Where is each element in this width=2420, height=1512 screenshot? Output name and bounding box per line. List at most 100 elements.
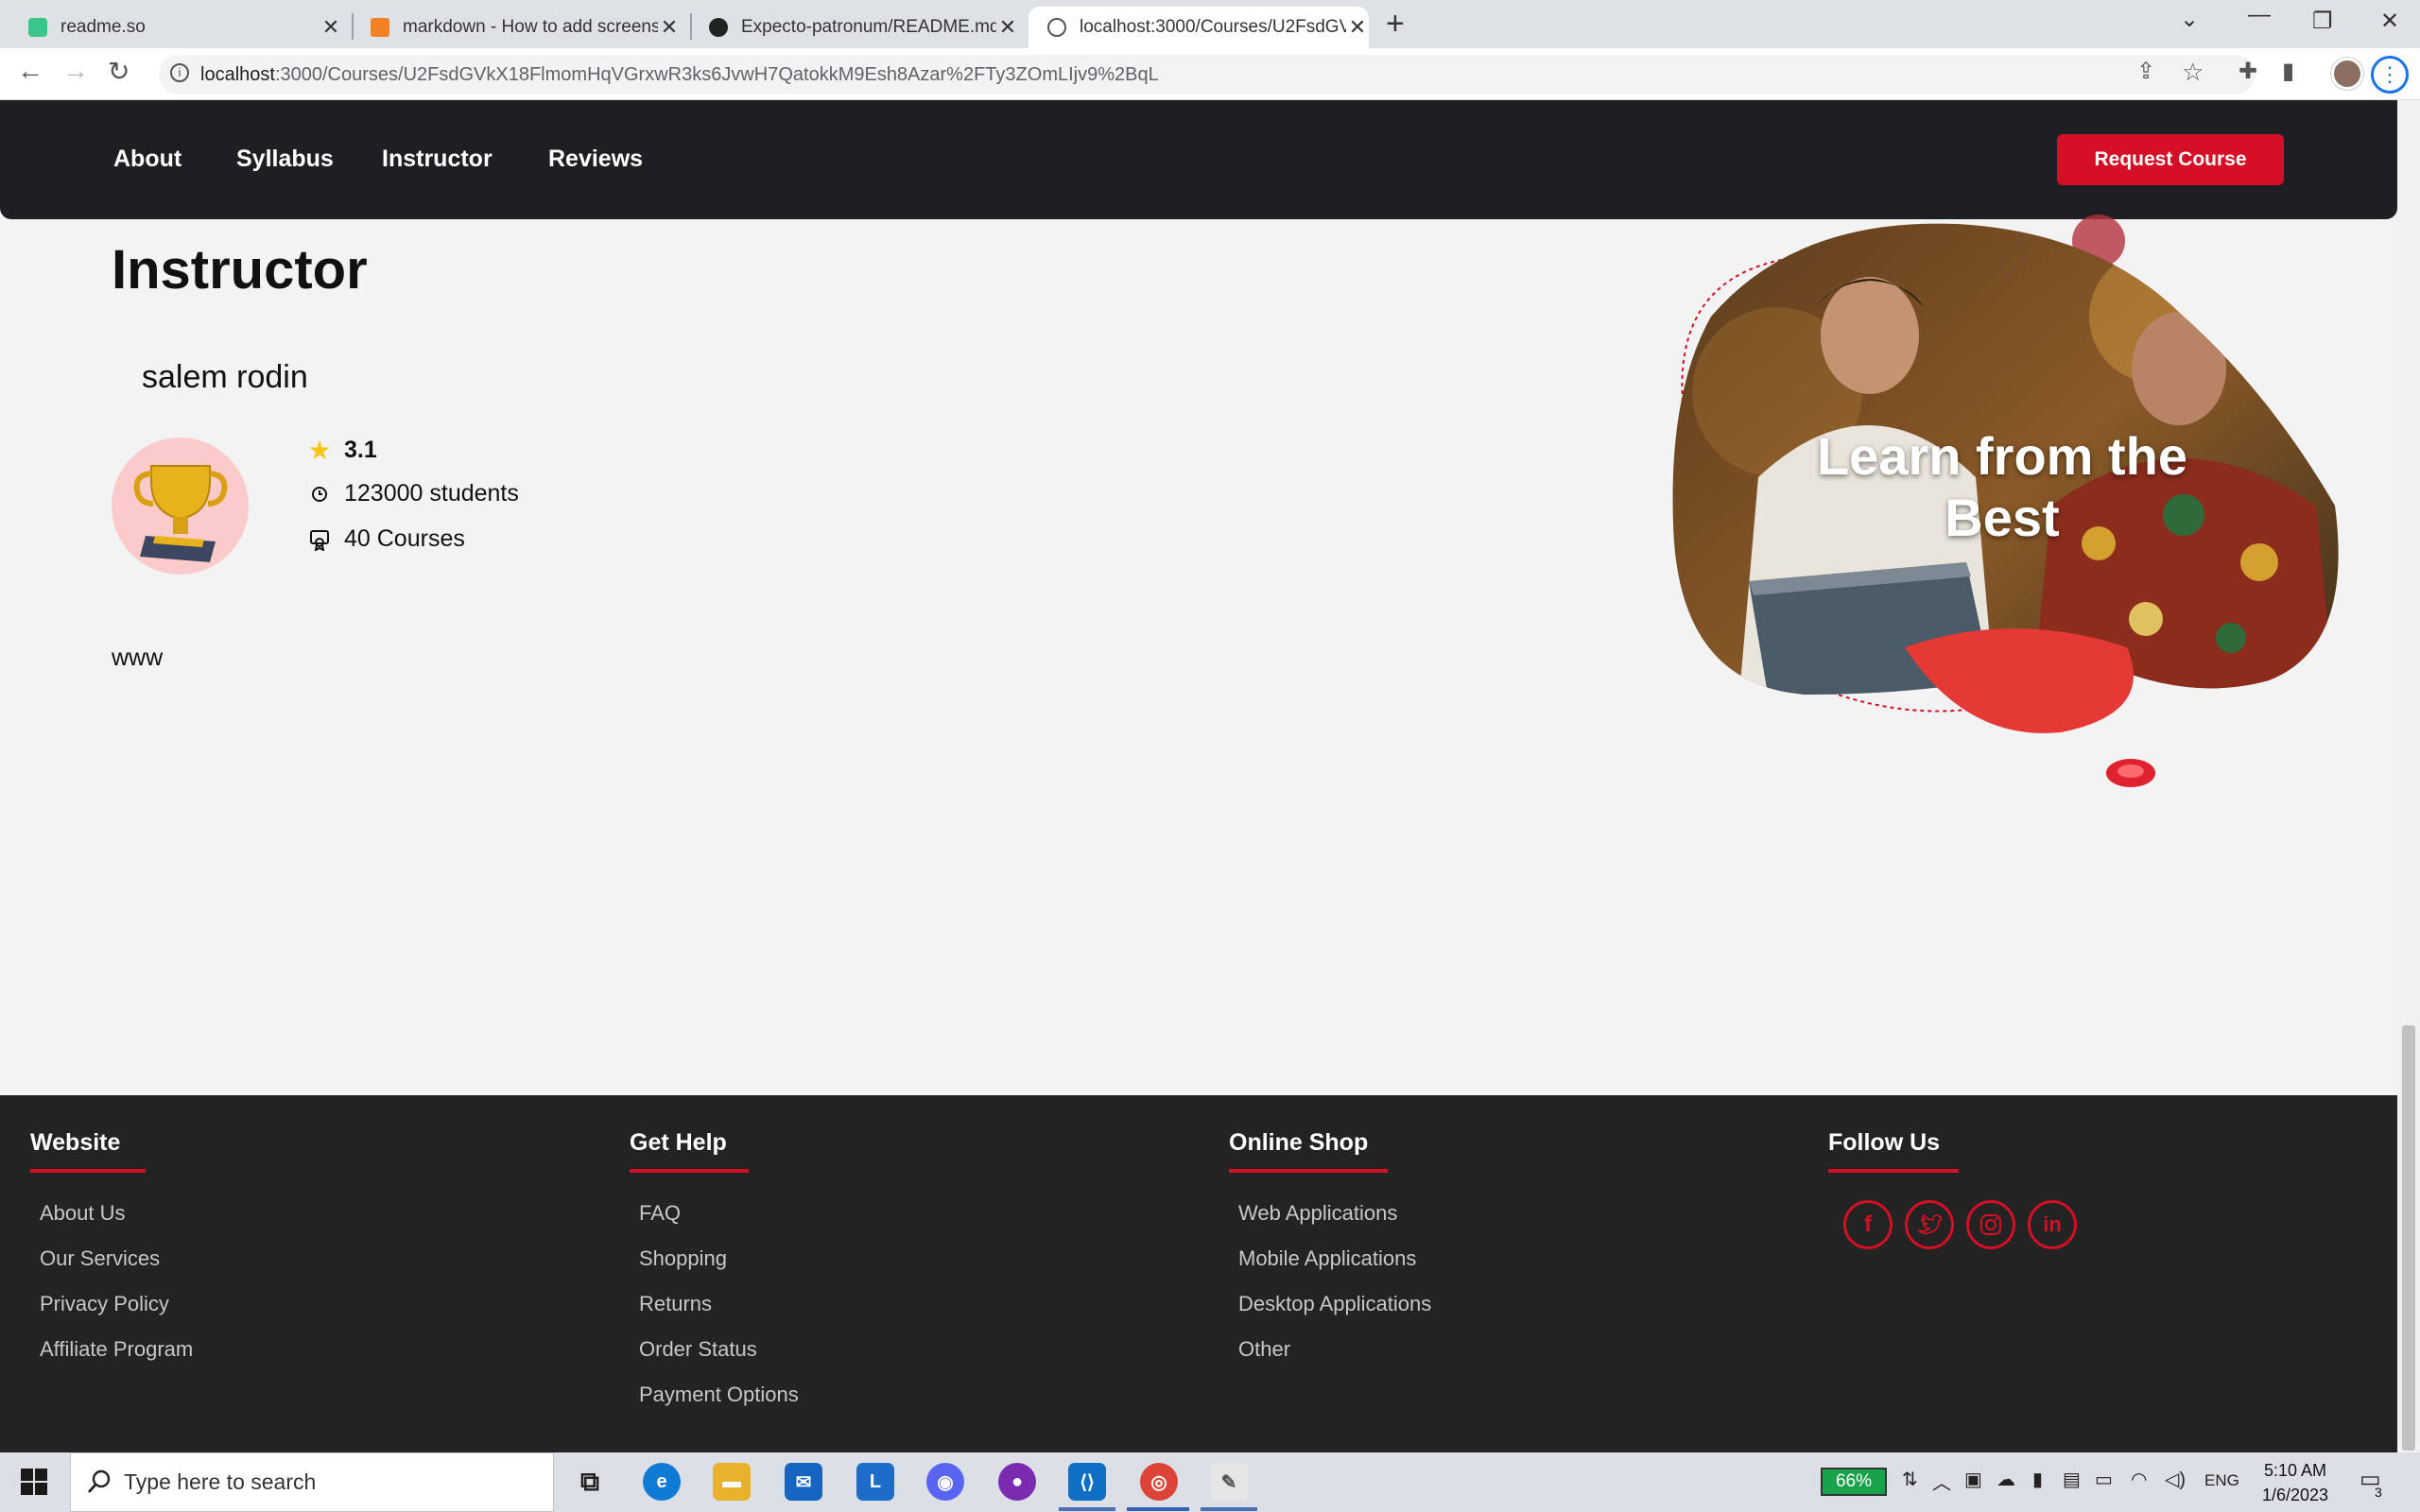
close-icon[interactable]: ✕ — [320, 15, 342, 40]
readme-icon — [28, 18, 47, 37]
address-bar[interactable]: i localhost:3000/Courses/U2FsdGVkX18Flmo… — [159, 55, 2256, 94]
meet-now-icon[interactable]: ▣ — [1964, 1468, 1982, 1491]
twitter-icon[interactable] — [1905, 1200, 1954, 1249]
heading-underline — [630, 1169, 749, 1173]
discord-icon[interactable]: ◉ — [926, 1463, 964, 1501]
students-stat: 123000 students — [308, 480, 519, 507]
github-desktop-icon[interactable]: ● — [998, 1463, 1036, 1501]
profile-avatar[interactable] — [2331, 58, 2363, 90]
language-indicator[interactable]: ENG — [2204, 1471, 2239, 1490]
edge-icon[interactable]: e — [643, 1463, 681, 1501]
extensions-icon[interactable]: ✚ — [2238, 58, 2257, 85]
site-navbar: About Syllabus Instructor Reviews Reques… — [0, 100, 2397, 219]
github-icon — [709, 18, 728, 37]
tab-title: markdown - How to add screenshot — [403, 17, 658, 37]
tab-github[interactable]: Expecto-patronum/README.md ✕ — [681, 7, 1019, 48]
footer-link-shopping[interactable]: Shopping — [639, 1246, 727, 1271]
heading-underline — [1828, 1169, 1959, 1173]
nav-instructor[interactable]: Instructor — [382, 146, 493, 173]
volume-icon[interactable]: ◁) — [2165, 1468, 2186, 1491]
l-app-icon[interactable]: L — [856, 1463, 894, 1501]
footer-link-web-applications[interactable]: Web Applications — [1238, 1201, 1397, 1226]
footer-link-about-us[interactable]: About Us — [40, 1201, 126, 1226]
footer-link-order-status[interactable]: Order Status — [639, 1337, 757, 1362]
tab-localhost[interactable]: localhost:3000/Courses/U2FsdGVkX18 ✕ — [1028, 7, 1369, 48]
display-icon[interactable]: ▤ — [2063, 1468, 2081, 1491]
new-tab-button[interactable]: + — [1386, 6, 1405, 43]
chrome-icon[interactable]: ◎ — [1140, 1463, 1178, 1501]
tab-markdown[interactable]: markdown - How to add screenshot ✕ — [342, 7, 681, 48]
linkedin-icon[interactable]: in — [2028, 1200, 2077, 1249]
close-icon[interactable]: ✕ — [996, 15, 1019, 40]
info-icon[interactable]: i — [170, 63, 189, 82]
footer-link-faq[interactable]: FAQ — [639, 1201, 681, 1226]
microphone-icon[interactable]: ▮ — [2032, 1468, 2043, 1491]
tab-readme[interactable]: readme.so ✕ — [0, 7, 342, 48]
paint-icon[interactable]: ✎ — [1210, 1463, 1248, 1501]
close-window-button[interactable]: ✕ — [2380, 8, 2399, 35]
forward-icon[interactable]: → — [62, 56, 89, 86]
certificate-icon — [308, 528, 331, 551]
close-icon[interactable]: ✕ — [658, 15, 681, 40]
battery-icon[interactable]: ▭ — [2095, 1468, 2113, 1491]
footer-link-affiliate-program[interactable]: Affiliate Program — [40, 1337, 193, 1362]
onedrive-icon[interactable]: ☁ — [1996, 1468, 2015, 1491]
minimize-button[interactable]: — — [2248, 2, 2271, 28]
footer-link-privacy-policy[interactable]: Privacy Policy — [40, 1292, 169, 1316]
system-clock[interactable]: 5:10 AM 1/6/2023 — [2257, 1458, 2333, 1507]
windows-start-icon[interactable] — [21, 1469, 47, 1495]
star-icon: ★ — [307, 436, 332, 465]
instructor-description: www — [112, 644, 164, 671]
rating-value: 3.1 — [344, 437, 377, 463]
rating-stat: ★ 3.1 — [307, 436, 377, 465]
running-indicator — [1059, 1507, 1115, 1511]
browser-menu-icon[interactable]: ⋮ — [2371, 56, 2409, 94]
stackoverflow-icon — [371, 18, 389, 37]
network-sync-icon[interactable]: ⇅ — [1902, 1468, 1918, 1491]
side-panel-icon[interactable]: ▮ — [2282, 58, 2294, 85]
nav-reviews[interactable]: Reviews — [548, 146, 643, 173]
task-view-icon[interactable]: ⧉ — [571, 1463, 609, 1501]
reload-icon[interactable]: ↻ — [108, 56, 130, 87]
footer-link-our-services[interactable]: Our Services — [40, 1246, 160, 1271]
windows-taskbar: Type here to search ⧉ e ▬ ✉ L ◉ ● ⟨⟩ ◎ ✎… — [0, 1452, 2420, 1512]
heading-underline — [30, 1169, 146, 1173]
nav-about[interactable]: About — [113, 146, 182, 173]
tab-title: readme.so — [60, 17, 146, 37]
clock-date: 1/6/2023 — [2261, 1486, 2329, 1504]
facebook-icon[interactable]: f — [1843, 1200, 1893, 1249]
mail-icon[interactable]: ✉ — [785, 1463, 822, 1501]
request-course-button[interactable]: Request Course — [2057, 134, 2284, 185]
taskbar-search-box[interactable]: Type here to search — [70, 1452, 554, 1512]
close-icon[interactable]: ✕ — [1346, 15, 1369, 40]
running-indicator — [1127, 1507, 1189, 1511]
footer-link-desktop-applications[interactable]: Desktop Applications — [1238, 1292, 1431, 1316]
footer-link-payment-options[interactable]: Payment Options — [639, 1383, 799, 1407]
instructor-heading: Instructor — [112, 239, 368, 301]
search-icon — [86, 1469, 112, 1501]
search-placeholder: Type here to search — [124, 1469, 317, 1494]
instructor-avatar — [112, 438, 249, 575]
tab-search-icon[interactable]: ⌄ — [2180, 6, 2199, 33]
footer-heading-online-shop: Online Shop — [1229, 1129, 1369, 1156]
footer-link-other[interactable]: Other — [1238, 1337, 1290, 1362]
restore-button[interactable]: ❐ — [2312, 8, 2333, 35]
footer-link-mobile-applications[interactable]: Mobile Applications — [1238, 1246, 1416, 1271]
site-footer: Website About Us Our Services Privacy Po… — [0, 1095, 2397, 1452]
footer-link-returns[interactable]: Returns — [639, 1292, 712, 1316]
footer-heading-get-help: Get Help — [630, 1129, 727, 1156]
vscode-icon[interactable]: ⟨⟩ — [1068, 1463, 1106, 1501]
tab-title: localhost:3000/Courses/U2FsdGVkX18 — [1080, 17, 1346, 37]
wifi-icon[interactable]: ◠ — [2131, 1468, 2147, 1491]
page-scrollbar-thumb[interactable] — [2402, 1025, 2415, 1451]
bookmark-star-icon[interactable]: ☆ — [2182, 58, 2204, 87]
tab-strip: readme.so ✕ markdown - How to add screen… — [0, 0, 2420, 48]
globe-icon — [1047, 18, 1066, 37]
battery-indicator[interactable]: 66% — [1821, 1468, 1887, 1496]
instagram-icon[interactable] — [1966, 1200, 2015, 1249]
share-icon[interactable]: ⇪ — [2136, 58, 2155, 85]
chevron-up-icon[interactable]: ︿ — [1932, 1468, 1951, 1495]
file-explorer-icon[interactable]: ▬ — [713, 1463, 751, 1501]
nav-syllabus[interactable]: Syllabus — [236, 146, 334, 173]
back-icon[interactable]: ← — [17, 56, 43, 86]
